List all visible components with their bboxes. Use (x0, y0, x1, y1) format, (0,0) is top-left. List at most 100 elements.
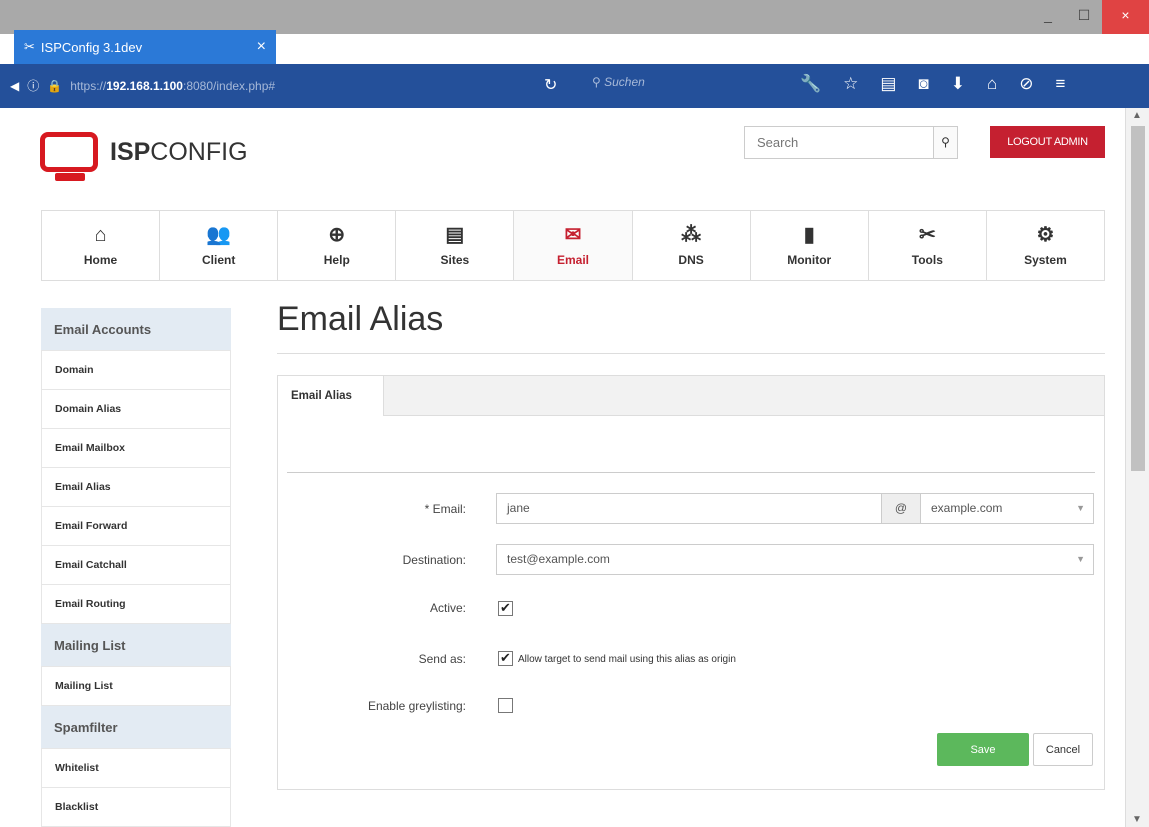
sidebar-item-domain-alias[interactable]: Domain Alias (41, 390, 231, 429)
tab-title: ISPConfig 3.1dev (40, 39, 143, 55)
module-system[interactable]: ⚙ System (987, 211, 1104, 280)
cancel-button[interactable]: Cancel (1033, 733, 1093, 766)
lock-icon: 🔒 (47, 78, 63, 93)
dns-icon: ⁂ (681, 223, 702, 246)
destination-label: Destination: (402, 553, 466, 567)
scroll-up-icon[interactable]: ▲ (1132, 110, 1142, 121)
module-dns[interactable]: ⁂ DNS (633, 211, 751, 280)
site-search-input[interactable] (745, 127, 933, 158)
sidebar-item-email-catchall[interactable]: Email Catchall (41, 546, 231, 585)
back-icon[interactable]: ◀ (10, 79, 19, 93)
info-icon[interactable]: ⓘ (27, 77, 39, 94)
tab-email-alias[interactable]: Email Alias (277, 375, 384, 416)
reload-icon[interactable]: ↻ (544, 75, 557, 95)
url-bar[interactable]: ◀ ⓘ 🔒 https://192.168.1.100:8080/index.p… (10, 77, 275, 94)
download-icon[interactable]: ⬇ (951, 74, 965, 94)
system-icon: ⚙ (1036, 223, 1055, 246)
sidebar-item-email-mailbox[interactable]: Email Mailbox (41, 429, 231, 468)
module-tools[interactable]: ✂ Tools (869, 211, 987, 280)
chevron-down-icon: ▼ (1076, 554, 1085, 564)
sidebar-item-whitelist[interactable]: Whitelist (41, 749, 231, 788)
window-titlebar: _ ☐ × (0, 0, 1149, 34)
ispconfig-logo[interactable]: ISPCONFIG (40, 132, 248, 181)
sidebar-item-domain[interactable]: Domain (41, 351, 231, 390)
home-browser-icon[interactable]: ⌂ (987, 74, 997, 94)
sidebar-item-email-routing[interactable]: Email Routing (41, 585, 231, 624)
sidebar-item-blacklist[interactable]: Blacklist (41, 788, 231, 827)
email-icon: ✉ (564, 223, 582, 246)
module-label: Monitor (787, 252, 832, 267)
module-home[interactable]: ⌂ Home (42, 211, 161, 280)
greylisting-checkbox[interactable] (498, 698, 513, 713)
module-label: Sites (440, 252, 470, 267)
module-help[interactable]: ⊕ Help (278, 211, 397, 280)
module-email[interactable]: ✉ Email (514, 211, 633, 280)
reader-icon[interactable]: ▤ (880, 74, 896, 94)
sidebar-item-email-forward[interactable]: Email Forward (41, 507, 231, 546)
monitor-icon: ▮ (803, 223, 815, 246)
browser-navbar: ◀ ⓘ 🔒 https://192.168.1.100:8080/index.p… (0, 64, 1149, 108)
email-label: * Email: (424, 502, 466, 516)
wrench-icon[interactable]: 🔧 (800, 74, 821, 94)
logo-text: ISPCONFIG (110, 137, 248, 166)
form-divider (287, 472, 1095, 473)
module-sites[interactable]: ▤ Sites (396, 211, 515, 280)
module-navigation: ⌂ Home 👥 Client ⊕ Help ▤ Sites ✉ Email ⁂ DNS ▮ Monito… (41, 210, 1105, 281)
sidebar-section-header: Mailing List (41, 624, 231, 667)
at-addon: @ (881, 493, 921, 524)
sidebar-section-header: Email Accounts (41, 308, 231, 351)
sendas-label: Send as: (418, 652, 466, 666)
sidebar-item-mailing-list[interactable]: Mailing List (41, 667, 231, 706)
module-label: DNS (678, 252, 704, 267)
browser-search-field[interactable]: ⚲ Suchen (592, 75, 645, 89)
pocket-icon[interactable]: ◙ (918, 74, 928, 94)
page-content: ISPCONFIG ⚲ LOGOUT ADMIN ⌂ Home 👥 Client ⊕ He… (0, 108, 1125, 827)
bookmark-star-icon[interactable]: ☆ (843, 74, 858, 94)
sidebar-section-header: Spamfilter (41, 706, 231, 749)
destination-select[interactable]: test@example.com ▼ (496, 544, 1094, 575)
active-label: Active: (429, 601, 466, 615)
module-label: Help (323, 252, 350, 267)
scroll-down-icon[interactable]: ▼ (1132, 814, 1142, 825)
tools-icon: ✂ (918, 223, 936, 246)
site-search: ⚲ (744, 126, 958, 159)
browser-toolbar: 🔧 ☆ ▤ ◙ ⬇ ⌂ ⊘ ≡ (800, 74, 1065, 94)
search-icon[interactable]: ⚲ (933, 127, 957, 158)
sidebar: Email Accounts Domain Domain Alias Email Ma… (41, 308, 231, 827)
module-label: Email (556, 252, 589, 267)
module-label: Client (201, 252, 236, 267)
page-title: Email Alias (277, 300, 444, 338)
greylisting-label: Enable greylisting: (367, 699, 466, 713)
addon-icon[interactable]: ⊘ (1019, 74, 1033, 94)
sendas-checkbox[interactable]: ✔ (498, 651, 513, 666)
active-checkbox[interactable]: ✔ (498, 601, 513, 616)
close-window-button[interactable]: × (1102, 0, 1149, 34)
email-domain-select[interactable]: example.com ▼ (920, 493, 1094, 524)
page-scrollbar[interactable]: ▲ ▼ (1125, 108, 1149, 827)
new-tab-button[interactable]: + (288, 34, 301, 60)
url-scheme: https:// (70, 78, 107, 93)
url-path: :8080/index.php# (182, 78, 276, 93)
magnifier-icon: ⚲ (592, 75, 605, 89)
home-icon: ⌂ (94, 223, 107, 246)
client-icon: 👥 (206, 223, 232, 246)
sites-icon: ▤ (445, 223, 465, 246)
module-client[interactable]: 👥 Client (160, 211, 279, 280)
browser-tab[interactable]: ✂ ISPConfig 3.1dev × (14, 30, 276, 64)
logo-monitor-icon (40, 132, 98, 181)
tab-favicon-icon: ✂ (24, 39, 35, 54)
domain-value: example.com (931, 501, 1003, 515)
browser-search-placeholder: Suchen (604, 75, 645, 89)
email-local-input[interactable]: jane (496, 493, 882, 524)
scrollbar-thumb[interactable] (1131, 126, 1145, 471)
tab-close-icon[interactable]: × (257, 38, 266, 56)
minimize-button[interactable]: _ (1030, 0, 1066, 34)
maximize-button[interactable]: ☐ (1066, 0, 1102, 34)
module-monitor[interactable]: ▮ Monitor (751, 211, 869, 280)
menu-icon[interactable]: ≡ (1056, 74, 1066, 94)
sidebar-item-email-alias[interactable]: Email Alias (41, 468, 231, 507)
panel-tab-bar: Email Alias (277, 375, 1104, 416)
logout-button[interactable]: LOGOUT ADMIN (990, 126, 1105, 158)
sendas-description: Allow target to send mail using this ali… (518, 654, 736, 665)
save-button[interactable]: Save (937, 733, 1029, 766)
